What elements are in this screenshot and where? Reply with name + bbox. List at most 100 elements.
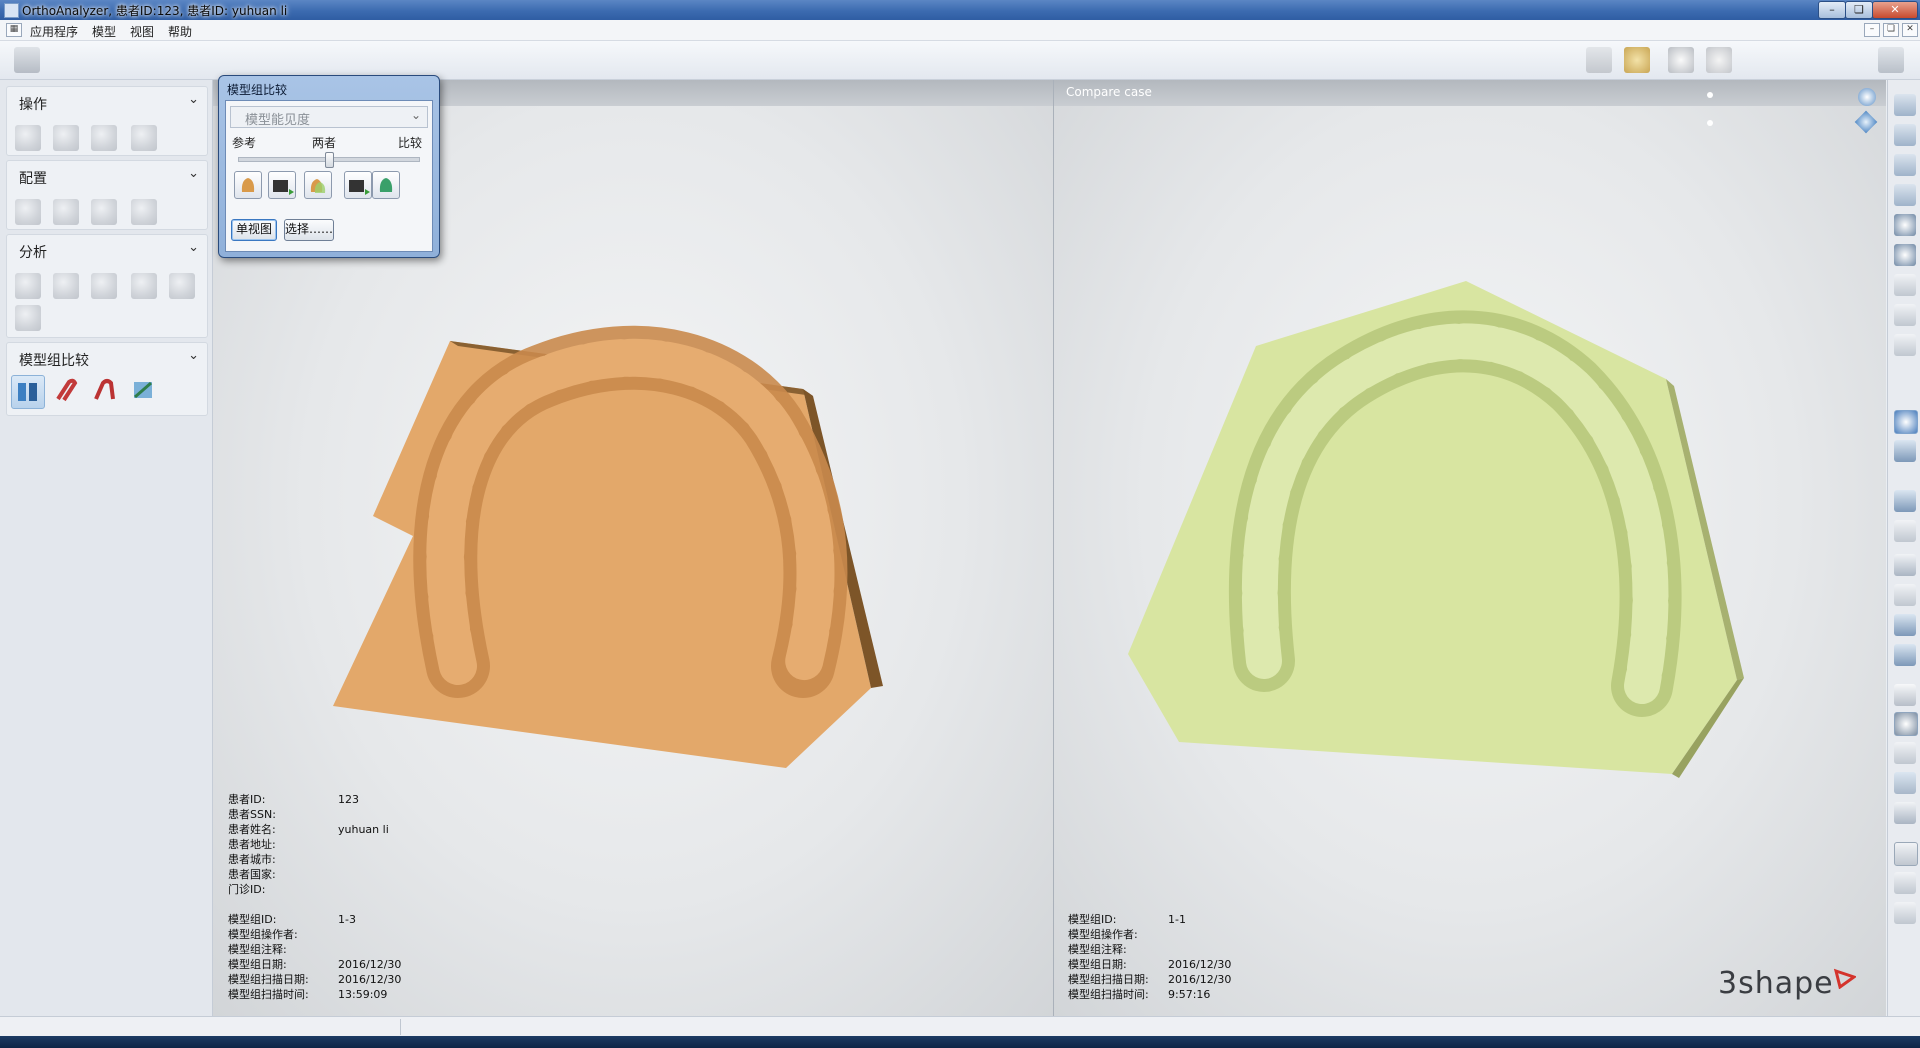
info-label: 模型组日期: xyxy=(1068,958,1127,971)
select-button[interactable]: 选择…… xyxy=(284,219,334,241)
model-wire-icon[interactable] xyxy=(1706,47,1732,73)
axis-icon[interactable] xyxy=(15,199,41,225)
view-front-icon[interactable] xyxy=(1894,124,1916,146)
view-box-icon[interactable] xyxy=(1586,47,1612,73)
menu-application[interactable]: 应用程序 xyxy=(30,23,78,40)
curve-icon[interactable] xyxy=(1894,520,1916,542)
zoom-a-icon[interactable] xyxy=(1894,274,1916,296)
indicator-dot xyxy=(1707,120,1713,126)
rotate-view-icon[interactable] xyxy=(1894,842,1918,866)
view-orientation-icon[interactable] xyxy=(1858,88,1876,106)
slider-label-reference: 参考 xyxy=(232,136,257,150)
overlay-icon[interactable] xyxy=(131,377,157,403)
visibility-slider[interactable] xyxy=(238,152,420,168)
mdi-close-icon[interactable]: ✕ xyxy=(1902,23,1918,37)
window-title: OrthoAnalyzer, 患者ID:123, 患者ID: yuhuan li xyxy=(22,4,288,18)
minimize-icon[interactable]: – xyxy=(1818,1,1846,19)
plane-icon[interactable] xyxy=(53,199,79,225)
box-icon[interactable] xyxy=(1894,802,1916,824)
visibility-combo[interactable]: 模型能见度 ⌄ xyxy=(230,106,428,128)
view-bottom-icon[interactable] xyxy=(1894,184,1916,206)
status-bar xyxy=(0,1016,1920,1037)
reference-model-icon[interactable] xyxy=(234,171,262,199)
zoom-icon[interactable] xyxy=(1894,902,1916,924)
indicator-dot xyxy=(1707,92,1713,98)
info-label: 模型组操作者: xyxy=(228,928,298,941)
move-icon[interactable] xyxy=(91,125,117,151)
view-right-icon[interactable] xyxy=(1894,244,1916,266)
menu-view[interactable]: 视图 xyxy=(130,23,154,40)
single-view-button[interactable]: 单视图 xyxy=(231,219,277,241)
hand-icon[interactable] xyxy=(15,125,41,151)
info-label: 患者姓名: xyxy=(228,823,276,836)
play-compare-icon[interactable] xyxy=(344,171,372,199)
viewport-compare-header: Compare case xyxy=(1054,80,1886,106)
section-icon[interactable] xyxy=(1894,614,1916,636)
right-toolbar xyxy=(1887,80,1920,1016)
angle-icon[interactable] xyxy=(91,273,117,299)
layers-icon[interactable] xyxy=(1894,772,1916,794)
compare-case-info: 模型组ID: 1-1 模型组操作者: 模型组注释: 模型组日期: 2016/12/30 模型… xyxy=(1068,912,1388,1012)
info-label: 模型组注释: xyxy=(228,943,287,956)
model-cube-icon[interactable] xyxy=(1894,440,1916,462)
logo-triangle-icon xyxy=(1833,968,1857,990)
both-models-icon[interactable] xyxy=(304,171,332,199)
document-icon[interactable]: ▦ xyxy=(6,23,22,37)
mdi-restore-icon[interactable]: ❏ xyxy=(1883,23,1899,37)
view-top-icon[interactable] xyxy=(1894,94,1916,116)
model-compare[interactable] xyxy=(1054,106,1886,1016)
shield-view-icon[interactable] xyxy=(1894,554,1916,576)
table-icon[interactable] xyxy=(169,273,195,299)
cube-icon[interactable] xyxy=(53,125,79,151)
refresh-icon[interactable] xyxy=(1894,334,1916,356)
model-texture-icon[interactable] xyxy=(1624,47,1650,73)
tooth-view-icon[interactable] xyxy=(1894,712,1918,736)
section-title: 配置 xyxy=(19,171,47,187)
dialog-body: 模型能见度 ⌄ 参考 两者 比较 单视图 选择…… xyxy=(225,100,433,252)
model-shaded-icon[interactable] xyxy=(1668,47,1694,73)
gallery-icon[interactable] xyxy=(1894,490,1916,512)
chevron-down-icon[interactable]: ⌄ xyxy=(188,240,199,255)
info-label: 模型组扫描时间: xyxy=(1068,988,1149,1001)
chevron-down-icon[interactable]: ⌄ xyxy=(188,166,199,181)
close-icon[interactable]: ✕ xyxy=(1872,1,1918,19)
magnet-red-icon[interactable] xyxy=(53,377,79,403)
info-label: 模型组操作者: xyxy=(1068,928,1138,941)
frame-icon[interactable] xyxy=(1894,584,1916,606)
info-value: 2016/12/30 xyxy=(1168,973,1232,986)
info-label: 门诊ID: xyxy=(228,883,266,896)
slider-label-compare: 比较 xyxy=(398,136,423,150)
compare-models-icon[interactable] xyxy=(11,375,45,409)
sphere-view-icon[interactable] xyxy=(1894,410,1918,434)
report-icon[interactable] xyxy=(131,273,157,299)
info-label: 模型组ID: xyxy=(228,913,277,926)
arch-measure-icon[interactable] xyxy=(15,273,41,299)
settings-icon[interactable] xyxy=(1878,47,1904,73)
ruler-icon[interactable] xyxy=(53,273,79,299)
zoom-one-icon[interactable] xyxy=(1894,304,1916,326)
view-left-icon[interactable] xyxy=(1894,214,1916,236)
mdi-minimize-icon[interactable]: – xyxy=(1864,23,1880,37)
chevron-down-icon[interactable]: ⌄ xyxy=(188,348,199,363)
slice-icon[interactable] xyxy=(1894,684,1916,706)
tooth-align-icon[interactable] xyxy=(91,199,117,225)
chevron-down-icon[interactable]: ⌄ xyxy=(188,92,199,107)
section-title: 分析 xyxy=(19,245,47,261)
menu-model[interactable]: 模型 xyxy=(92,23,116,40)
info-value: 1-1 xyxy=(1168,913,1186,926)
tooth-icon[interactable] xyxy=(131,199,157,225)
rotate-icon[interactable] xyxy=(131,125,157,151)
shield-icon[interactable] xyxy=(15,305,41,331)
restore-icon[interactable]: ❏ xyxy=(1845,1,1873,19)
pan-icon[interactable] xyxy=(1894,872,1916,894)
view-back-icon[interactable] xyxy=(1894,154,1916,176)
camera-icon[interactable] xyxy=(1894,644,1916,666)
magnet-icon[interactable] xyxy=(91,377,117,403)
slider-thumb[interactable] xyxy=(325,152,334,168)
open-case-icon[interactable] xyxy=(14,47,40,73)
menu-help[interactable]: 帮助 xyxy=(168,23,192,40)
play-reference-icon[interactable] xyxy=(268,171,296,199)
left-panel: 操作 ⌄ 配置 ⌄ 分析 ⌄ 模型组比较 ⌄ xyxy=(0,80,213,1016)
copy-icon[interactable] xyxy=(1894,742,1916,764)
compare-model-icon[interactable] xyxy=(372,171,400,199)
